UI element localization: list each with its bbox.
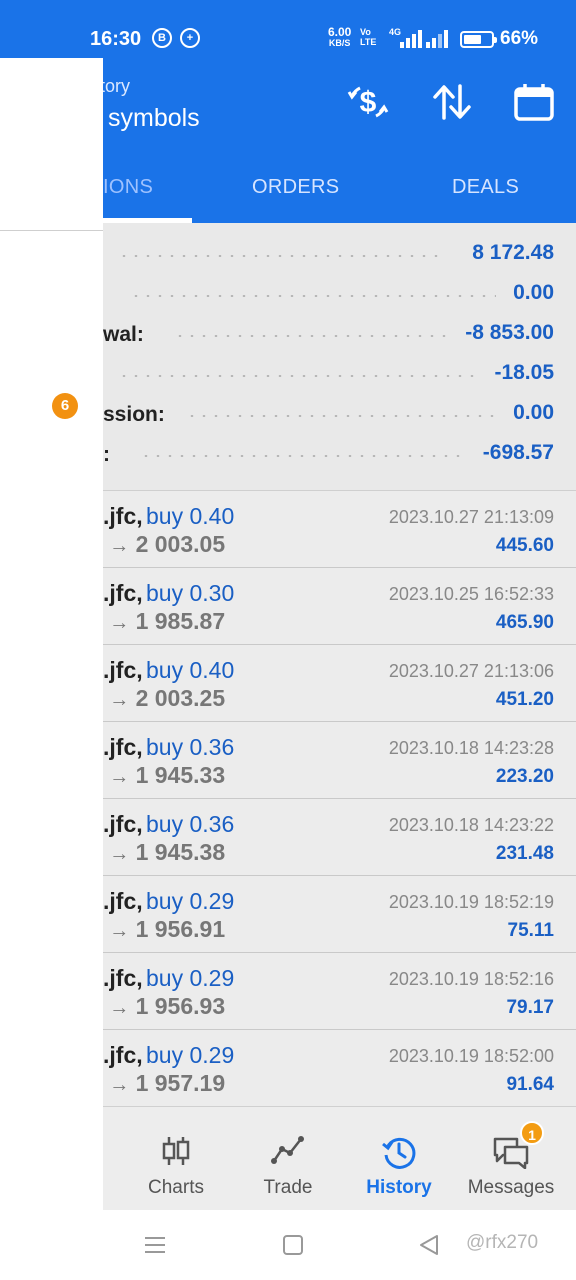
tab-orders[interactable]: ORDERS <box>252 176 339 199</box>
deal-prices: 7 → 2 003.25 <box>90 685 226 711</box>
watermark: @rfx270 <box>466 1232 539 1253</box>
deal-profit: 79.17 <box>506 997 554 1018</box>
home-square-icon[interactable] <box>282 1234 304 1256</box>
deal-time: 2023.10.19 18:52:19 <box>388 892 554 912</box>
back-icon[interactable] <box>418 1234 440 1256</box>
battery-percent: 66% <box>500 28 539 49</box>
deal-prices: 3 → 1 945.33 <box>90 762 226 788</box>
deal-prices: 1 → 2 003.05 <box>90 531 226 557</box>
dollar-refresh-icon[interactable]: $ <box>346 82 390 122</box>
tab-deals[interactable]: DEALS <box>452 176 519 199</box>
candlestick-icon <box>162 1137 190 1165</box>
sort-icon[interactable] <box>430 82 474 122</box>
deal-side: buy 0.30 <box>146 580 235 606</box>
messages-badge: 1 <box>520 1121 544 1145</box>
nav-label: Charts <box>148 1177 204 1198</box>
summary-label: wal: <box>103 323 144 346</box>
calendar-icon[interactable] <box>512 82 556 122</box>
nav-charts[interactable]: Charts <box>121 1107 231 1211</box>
deal-time: 2023.10.18 14:23:28 <box>388 738 554 758</box>
deal-profit: 445.60 <box>495 535 554 556</box>
summary-value: -8 853.00 <box>465 321 554 344</box>
summary-label: ssion: <box>103 403 165 426</box>
deal-time: 2023.10.25 16:52:33 <box>388 584 554 604</box>
system-nav: @rfx270 <box>0 1210 576 1280</box>
history-clock-icon <box>382 1137 416 1169</box>
nav-label: Trade <box>263 1177 313 1198</box>
svg-text:$: $ <box>360 86 377 119</box>
deal-side: buy 0.29 <box>146 888 235 914</box>
plus-notification-icon: + <box>180 28 200 48</box>
deal-symbol: .jfc, <box>103 734 143 760</box>
header-subtitle: tory <box>100 76 131 96</box>
summary-label: : <box>103 443 110 466</box>
deal-time: 2023.10.27 21:13:06 <box>388 661 554 681</box>
deal-profit: 91.64 <box>506 1074 554 1095</box>
nav-label: Messages <box>467 1177 555 1198</box>
status-time: 16:30 <box>90 28 142 50</box>
battery-icon <box>460 31 497 48</box>
deal-profit: 223.20 <box>495 766 554 787</box>
status-bar: 16:30 B + 6.00 KB/S Vo LTE 4G 66% <box>0 0 576 58</box>
network-speed: 6.00 KB/S <box>328 25 352 48</box>
side-drawer[interactable]: 6 <box>0 58 103 1210</box>
deal-time: 2023.10.19 18:52:00 <box>388 1046 554 1066</box>
deal-prices: 2 → 1 956.91 <box>90 916 226 942</box>
summary-value: -18.05 <box>494 361 554 384</box>
deal-profit: 451.20 <box>495 689 554 710</box>
trend-line-icon <box>271 1136 304 1164</box>
deal-side: buy 0.29 <box>146 1042 235 1068</box>
deal-side: buy 0.40 <box>146 657 235 683</box>
deal-side: buy 0.29 <box>146 965 235 991</box>
deal-symbol: .jfc, <box>103 580 143 606</box>
deal-side: buy 0.40 <box>146 503 235 529</box>
signal-2-icon <box>426 30 452 48</box>
deal-side: buy 0.36 <box>146 734 235 760</box>
header-title[interactable]: symbols <box>108 104 200 133</box>
nav-history[interactable]: History <box>344 1107 454 1211</box>
deal-time: 2023.10.19 18:52:16 <box>388 969 554 989</box>
summary-value: 0.00 <box>513 401 554 424</box>
deal-symbol: .jfc, <box>103 888 143 914</box>
deal-symbol: .jfc, <box>103 503 143 529</box>
deal-profit: 465.90 <box>495 612 554 633</box>
deal-symbol: .jfc, <box>103 811 143 837</box>
deal-time: 2023.10.27 21:13:09 <box>388 507 554 527</box>
menu-icon[interactable] <box>144 1234 166 1256</box>
summary-value: 8 172.48 <box>472 241 554 264</box>
drawer-badge[interactable]: 6 <box>52 393 78 419</box>
signal-icon <box>396 30 422 48</box>
deal-profit: 75.11 <box>507 920 555 941</box>
deal-prices: 5 → 1 945.38 <box>90 839 226 865</box>
drawer-divider <box>0 230 103 231</box>
deal-prices: 0 → 1 956.93 <box>90 993 226 1019</box>
deal-symbol: .jfc, <box>103 657 143 683</box>
deal-side: buy 0.36 <box>146 811 235 837</box>
deal-time: 2023.10.18 14:23:22 <box>388 815 554 835</box>
volte-indicator: Vo LTE <box>360 27 377 47</box>
summary-value: 0.00 <box>513 281 554 304</box>
nav-label: History <box>366 1177 432 1198</box>
deal-prices: 3 → 1 957.19 <box>90 1070 226 1096</box>
deal-prices: 4 → 1 985.87 <box>90 608 226 634</box>
nav-messages[interactable]: 1 Messages <box>456 1107 566 1211</box>
b-notification-icon: B <box>152 28 172 48</box>
tab-positions[interactable]: IONS <box>103 176 153 199</box>
deal-profit: 231.48 <box>495 843 554 864</box>
deal-symbol: .jfc, <box>103 1042 143 1068</box>
summary-value: -698.57 <box>482 441 554 464</box>
deal-symbol: .jfc, <box>103 965 143 991</box>
nav-trade[interactable]: Trade <box>233 1107 343 1211</box>
